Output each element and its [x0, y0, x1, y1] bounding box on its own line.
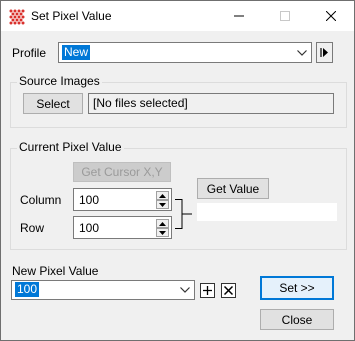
grid-dots-icon [9, 9, 25, 25]
minimize-icon [234, 15, 244, 17]
row-up-icon[interactable] [156, 219, 169, 228]
row-value: 100 [79, 221, 100, 235]
bracket-connector [175, 199, 192, 229]
close-icon [326, 11, 336, 21]
maximize-icon [280, 11, 290, 21]
window-title: Set Pixel Value [31, 9, 112, 23]
close-window-button[interactable] [308, 1, 354, 31]
current-pixel-title: Current Pixel Value [17, 140, 124, 154]
maximize-button [262, 1, 308, 31]
profile-label: Profile [12, 46, 47, 60]
title-bar: Set Pixel Value [1, 1, 354, 31]
add-value-button[interactable] [200, 283, 215, 298]
source-images-title: Source Images [17, 74, 102, 88]
chevron-down-icon [295, 46, 309, 60]
set-button[interactable]: Set >> [260, 276, 334, 300]
files-selected-display: [No files selected] [88, 93, 334, 114]
chevron-down-icon [178, 283, 192, 297]
new-pixel-label: New Pixel Value [12, 264, 99, 278]
plus-icon [203, 286, 212, 295]
select-button[interactable]: Select [23, 93, 83, 114]
clear-value-button[interactable] [221, 283, 236, 298]
dialog-window: Set Pixel Value Profile New Source Image… [0, 0, 355, 341]
get-value-button[interactable]: Get Value [197, 178, 269, 199]
column-label: Column [20, 193, 62, 207]
x-icon [223, 285, 234, 296]
new-pixel-value: 100 [15, 282, 40, 297]
play-next-icon [320, 48, 328, 57]
get-cursor-button[interactable]: Get Cursor X,Y [73, 162, 171, 182]
row-down-icon[interactable] [156, 228, 169, 237]
column-down-icon[interactable] [156, 200, 169, 209]
profile-next-button[interactable] [316, 42, 333, 63]
column-value: 100 [79, 193, 100, 207]
close-button[interactable]: Close [260, 309, 334, 330]
pixel-value-display [197, 203, 337, 221]
column-stepper[interactable]: 100 [73, 188, 172, 211]
row-stepper[interactable]: 100 [73, 216, 172, 239]
column-up-icon[interactable] [156, 191, 169, 200]
new-pixel-combo[interactable]: 100 [11, 280, 195, 300]
minimize-button[interactable] [216, 1, 262, 31]
row-label: Row [20, 221, 45, 235]
profile-value: New [62, 45, 91, 60]
profile-combo[interactable]: New [58, 42, 312, 63]
